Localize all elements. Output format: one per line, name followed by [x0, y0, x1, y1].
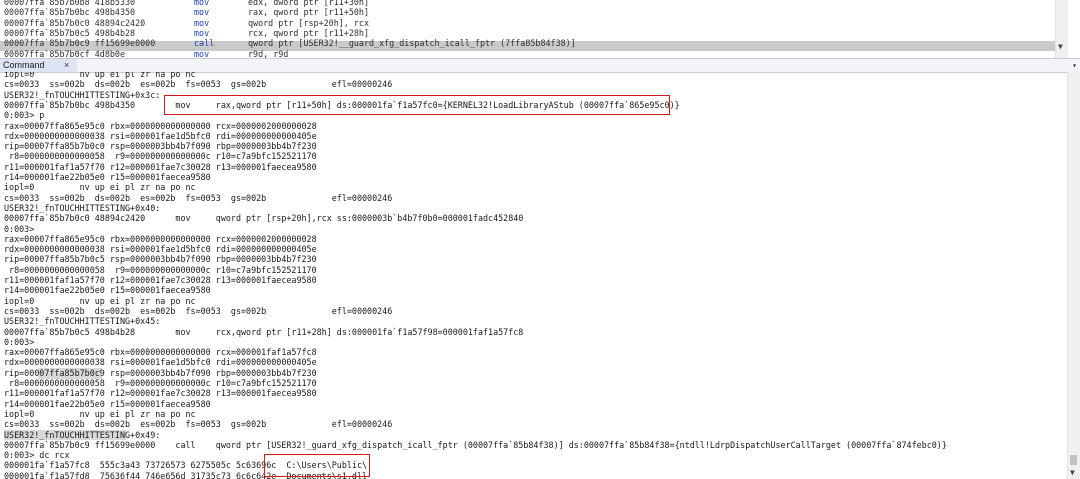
output-line: r8=0000000000000058 r9=000000000000000c … — [4, 151, 317, 162]
close-icon[interactable]: × — [64, 59, 69, 72]
output-line: 0:003> — [4, 336, 35, 347]
output-line: rdx=0000000000000038 rsi=000001fae1d5bfc… — [4, 244, 317, 255]
disassembly-pane[interactable]: 00007ffa`85b7b0b8 418b5330 mov edx, dword … — [0, 0, 1068, 58]
output-line: r8=0000000000000058 r9=000000000000000c … — [4, 378, 317, 388]
tab-command[interactable]: Command × — [0, 59, 77, 72]
output-line: cs=0033 ss=002b ds=002b es=002b fs=0053 … — [4, 192, 393, 203]
disasm-args: rcx, qword ptr [r11+28h] — [248, 27, 370, 38]
disasm-args: qword ptr [USER32!__guard_xfg_dispatch_i… — [248, 38, 576, 49]
disasm-addr: 00007ffa`85b7b0c0 48894c2420 — [4, 17, 146, 28]
disasm-addr: 00007ffa`85b7b0c5 498b4b28 — [4, 27, 136, 38]
output-line: rdx=0000000000000038 rsi=000001fae1d5bfc… — [4, 357, 317, 368]
output-line: r11=000001faf1a57f70 r12=000001fae7c3002… — [4, 275, 317, 285]
disasm-op: mov — [194, 7, 210, 18]
output-line: USER32!_fnTOUCHHITTESTING+0x45: — [4, 316, 161, 327]
disasm-op: mov — [194, 0, 210, 7]
scroll-down-arrow-icon[interactable]: ▼ — [1058, 42, 1063, 51]
output-line: iopl=0 nv up ei pl zr na po nc — [4, 295, 196, 306]
output-line: r14=000001fae22b05e0 r15=000001faecea958… — [4, 285, 211, 296]
output-line: 00007ffa`85b7b0c9 ff15699e0000 call qwor… — [4, 439, 947, 450]
output-line: rdx=0000000000000038 rsi=000001fae1d5bfc… — [4, 130, 317, 141]
disasm-op: call — [194, 38, 215, 49]
output-line: USER32!_fnTOUCHHITTESTING+0x3c: — [4, 89, 161, 100]
scroll-down-arrow-icon[interactable]: ▼ — [1070, 468, 1075, 477]
scrollbar-thumb[interactable] — [1070, 455, 1077, 465]
output-line: iopl=0 nv up ei pl zr na po nc — [4, 72, 196, 79]
output-line: rip=00007ffa85b7b0c9 rsp=0000003bb4b7f09… — [4, 367, 317, 378]
output-line: 0:003> — [4, 223, 35, 234]
tab-command-label: Command — [3, 60, 45, 70]
output-line: r14=000001fae22b05e0 r15=000001faecea958… — [4, 172, 211, 182]
output-line: rip=00007ffa85b7b0c0 rsp=0000003bb4b7f09… — [4, 141, 317, 152]
disasm-args: qword ptr [rsp+20h], rcx — [248, 17, 370, 28]
annotation-box — [264, 454, 370, 477]
output-line: 0:003> p — [4, 110, 45, 121]
output-line: rax=00007ffa865e95c0 rbx=000000000000000… — [4, 120, 317, 131]
command-output[interactable]: iopl=0 nv up ei pl zr na po nc cs=0033 ss… — [0, 72, 1068, 479]
output-line: cs=0033 ss=002b ds=002b es=002b fs=0053 … — [4, 419, 393, 430]
command-tab-bar: Command × ▾ — [0, 58, 1080, 73]
output-line: cs=0033 ss=002b ds=002b es=002b fs=0053 … — [4, 79, 393, 90]
disasm-addr: 00007ffa`85b7b0b8 418b5330 — [4, 0, 136, 7]
disassembly-scrollbar[interactable]: ▼ — [1055, 0, 1068, 58]
disasm-op: mov — [194, 27, 210, 38]
annotation-box — [164, 95, 670, 115]
disasm-addr: 00007ffa`85b7b0bc 498b4350 — [4, 7, 136, 18]
output-line: iopl=0 nv up ei pl zr na po nc — [4, 182, 196, 193]
disasm-args: rax, qword ptr [r11+50h] — [248, 7, 370, 18]
output-scrollbar[interactable]: ▼ — [1067, 72, 1080, 479]
disasm-op: mov — [194, 17, 210, 28]
output-line: USER32!_fnTOUCHHITTESTING+0x40: — [4, 202, 161, 213]
disasm-addr: 00007ffa`85b7b0c9 ff15699e0000 — [4, 38, 156, 49]
output-line: rip=00007ffa85b7b0c5 rsp=0000003bb4b7f09… — [4, 254, 317, 265]
output-line: rax=00007ffa865e95c0 rbx=000000000000000… — [4, 347, 317, 358]
output-line: r14=000001fae22b05e0 r15=000001faecea958… — [4, 398, 211, 409]
output-line: 00007ffa`85b7b0c5 498b4b28 mov rcx,qword… — [4, 326, 524, 337]
output-line: iopl=0 nv up ei pl zr na po nc — [4, 408, 196, 419]
pane-menu-icon[interactable]: ▾ — [1072, 59, 1077, 72]
output-line: rax=00007ffa865e95c0 rbx=000000000000000… — [4, 233, 317, 244]
output-line: r8=0000000000000058 r9=000000000000000c … — [4, 264, 317, 275]
disasm-addr: 00007ffa`85b7b0cf 4d8b0e — [4, 48, 126, 59]
output-line: USER32!_fnTOUCHHITTESTING+0x49: — [4, 429, 161, 440]
disasm-args: edx, dword ptr [r11+30h] — [248, 0, 370, 7]
output-line: cs=0033 ss=002b ds=002b es=002b fs=0053 … — [4, 305, 393, 316]
output-line: r11=000001faf1a57f70 r12=000001fae7c3002… — [4, 161, 317, 172]
output-line: 00007ffa`85b7b0c0 48894c2420 mov qword p… — [4, 213, 524, 224]
disasm-op: mov — [194, 48, 210, 59]
output-line: r11=000001faf1a57f70 r12=000001fae7c3002… — [4, 388, 317, 399]
disasm-args: r9d, r9d — [248, 48, 289, 59]
output-line: 0:003> dc rcx — [4, 450, 70, 461]
